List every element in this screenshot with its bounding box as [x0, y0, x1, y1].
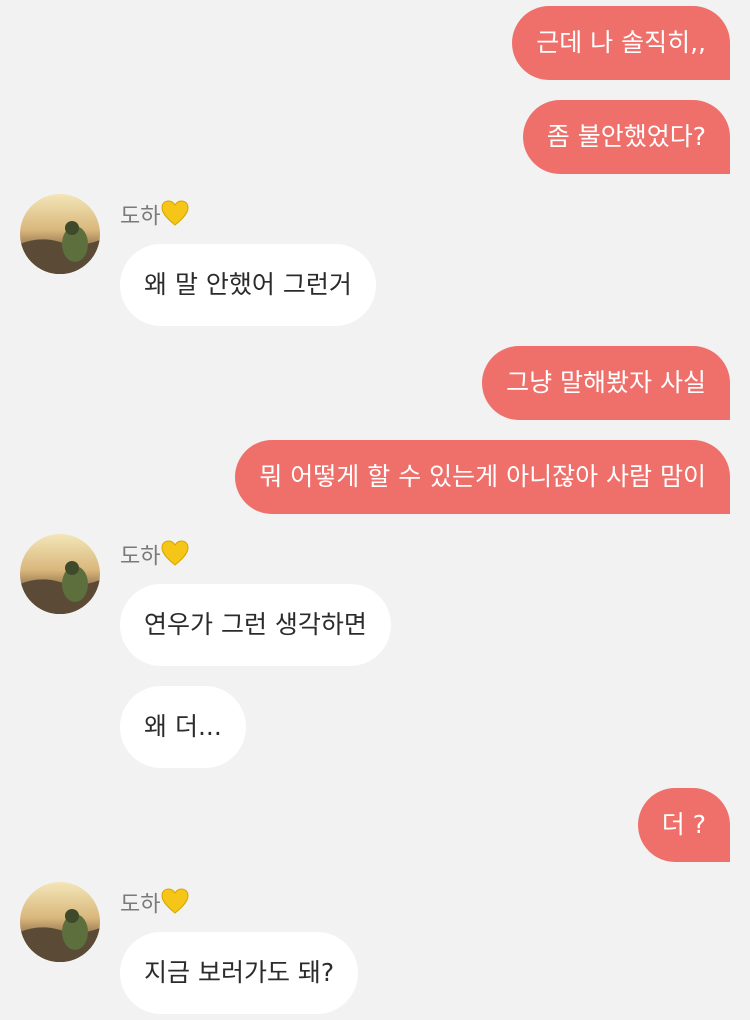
message-text: 왜 말 안했어 그런거 [144, 270, 352, 299]
sender-name: 도하 [120, 200, 189, 230]
message-text: 그냥 말해봤자 사실 [506, 368, 706, 397]
message-text: 지금 보러가도 돼? [144, 958, 335, 987]
sender-name: 도하 [120, 888, 189, 918]
yellow-heart-icon [161, 200, 189, 235]
sender-name-text: 도하 [120, 204, 161, 230]
message-text: 왜 더... [144, 712, 222, 741]
yellow-heart-icon [161, 888, 189, 923]
avatar-photo [20, 194, 100, 274]
sender-name-text: 도하 [120, 544, 161, 570]
received-message-bubble[interactable]: 지금 보러가도 돼? [120, 932, 359, 1014]
avatar-photo [20, 882, 100, 962]
contact-avatar[interactable] [20, 194, 100, 274]
message-text: 좀 불안했었다? [546, 122, 706, 151]
sender-name-text: 도하 [120, 892, 161, 918]
received-message-bubble[interactable]: 왜 더... [120, 686, 246, 768]
message-text: 뭐 어떻게 할 수 있는게 아니잖아 사람 맘이 [259, 462, 706, 491]
message-text: 근데 나 솔직히,, [536, 28, 706, 57]
received-message-bubble[interactable]: 왜 말 안했어 그런거 [120, 244, 376, 326]
sent-message-bubble[interactable]: 더 ? [637, 788, 730, 862]
sent-message-bubble[interactable]: 좀 불안했었다? [522, 100, 730, 174]
contact-avatar[interactable] [20, 534, 100, 614]
yellow-heart-icon [161, 540, 189, 575]
message-text: 연우가 그런 생각하면 [144, 610, 367, 639]
contact-avatar[interactable] [20, 882, 100, 962]
sent-message-bubble[interactable]: 뭐 어떻게 할 수 있는게 아니잖아 사람 맘이 [235, 440, 730, 514]
received-message-bubble[interactable]: 연우가 그런 생각하면 [120, 584, 391, 666]
avatar-photo [20, 534, 100, 614]
sent-message-bubble[interactable]: 그냥 말해봤자 사실 [482, 346, 730, 420]
message-text: 더 ? [661, 810, 706, 839]
sent-message-bubble[interactable]: 근데 나 솔직히,, [512, 6, 730, 80]
sender-name: 도하 [120, 540, 189, 570]
